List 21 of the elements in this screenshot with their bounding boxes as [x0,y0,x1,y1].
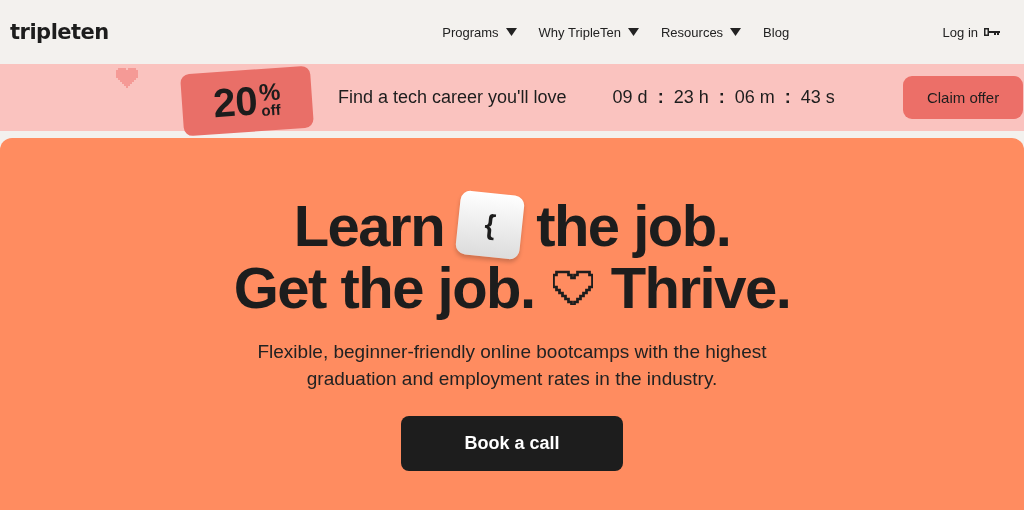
headline-text: the job. [536,191,731,259]
book-call-button[interactable]: Book a call [401,416,623,471]
promo-message: Find a tech career you'll love [338,87,567,108]
keycap: { [454,189,526,261]
countdown-separator: : [718,87,725,108]
nav-link[interactable]: Programs [442,24,517,40]
hero-subtitle: Flexible, beginner-friendly online bootcamps with the highest graduation and employment rates in the industry. [256,340,768,391]
login-link[interactable]: Log in [942,24,1000,40]
nav-link[interactable]: Resources [660,24,742,40]
claim-offer-button[interactable]: Claim offer [903,76,1023,119]
countdown-value: 23 h [673,87,709,108]
countdown-value: 09 d [612,87,648,108]
countdown-value: 43 s [800,87,835,108]
logo[interactable]: tripleten [10,20,109,44]
key-icon [984,28,1000,36]
countdown-value: 06 m [734,87,775,108]
heart-icon [552,269,593,305]
countdown-separator: : [657,87,664,108]
countdown-separator: : [784,87,791,108]
nav-link[interactable]: Why TripleTen [538,24,639,40]
nav-link[interactable]: Blog [763,24,790,40]
